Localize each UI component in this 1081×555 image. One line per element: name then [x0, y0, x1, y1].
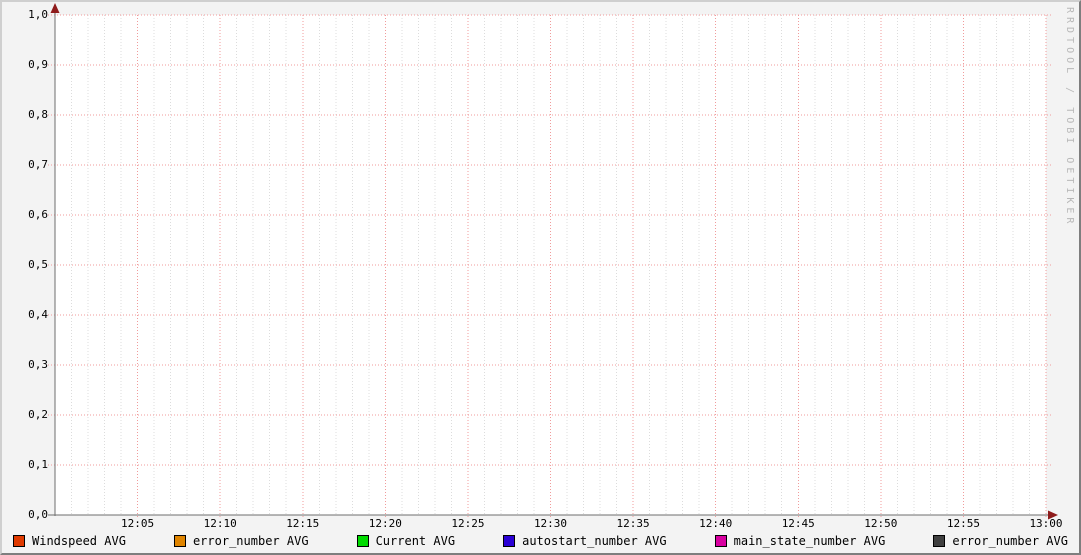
y-tick-label: 0,6: [28, 208, 48, 221]
legend-item: main_state_number AVG: [714, 533, 886, 548]
x-tick-label: 13:00: [1029, 517, 1063, 530]
legend-item: Windspeed AVG: [13, 534, 126, 548]
y-tick-label: 0,4: [28, 308, 48, 321]
legend-label: error_number AVG: [952, 533, 1068, 548]
legend-color-swatch: [714, 534, 727, 547]
legend-color-swatch: [173, 534, 186, 547]
x-tick-label: 12:15: [286, 517, 320, 530]
y-tick-label: 0,0: [28, 508, 48, 521]
legend-color-swatch: [13, 534, 25, 547]
x-tick-label: 12:30: [533, 517, 568, 530]
watermark-text: RRDTOOL / TOBI OETIKER: [1064, 7, 1075, 228]
y-tick-label: 0,9: [28, 58, 48, 71]
y-tick-label: 0,8: [28, 108, 48, 121]
legend-color-swatch: [356, 534, 369, 547]
y-tick-label: 0,5: [28, 258, 48, 271]
legend-label: Current AVG: [375, 533, 456, 548]
graph-stage: 0,0 0,1 0,2 0,3 0,4 0,5 0,6 0,7 0,8 0,9 1,0 12:05 1…: [2, 2, 1079, 553]
x-tick-label: 12:20: [368, 517, 402, 530]
legend-item: Current AVG: [356, 533, 456, 548]
legend-item: autostart_number AVG: [503, 534, 667, 548]
legend-color-swatch: [933, 534, 946, 547]
legend: Windspeed AVG error_number AVG Current AVG…: [2, 532, 1079, 549]
x-tick-label: 12:50: [864, 517, 898, 530]
y-tick-label: 0,1: [28, 458, 48, 471]
x-tick-label: 12:35: [616, 517, 650, 530]
rrdtool-graph: 0,0 0,1 0,2 0,3 0,4 0,5 0,6 0,7 0,8 0,9 1,0 12:05 1…: [0, 0, 1081, 555]
y-tick-label: 0,3: [28, 358, 48, 371]
y-tick-label: 0,2: [28, 408, 48, 421]
legend-color-swatch: [503, 534, 516, 547]
legend-label: error_number AVG: [192, 533, 309, 548]
legend-label: autostart_number AVG: [522, 533, 667, 548]
legend-item: error_number AVG: [933, 534, 1068, 548]
x-tick-label: 12:10: [203, 517, 237, 530]
grid-and-axes: [48, 3, 1058, 520]
x-tick-label: 12:55: [946, 517, 980, 530]
legend-label: main_state_number AVG: [733, 533, 886, 548]
x-tick-label: 12:25: [451, 517, 485, 530]
x-tick-label: 12:40: [699, 517, 733, 530]
legend-item: error_number AVG: [173, 533, 309, 548]
x-tick-label: 12:05: [121, 517, 155, 530]
y-tick-label: 1,0: [28, 8, 48, 21]
x-tick-label: 12:45: [781, 517, 815, 530]
y-tick-label: 0,7: [28, 158, 48, 171]
legend-label: Windspeed AVG: [32, 533, 126, 548]
